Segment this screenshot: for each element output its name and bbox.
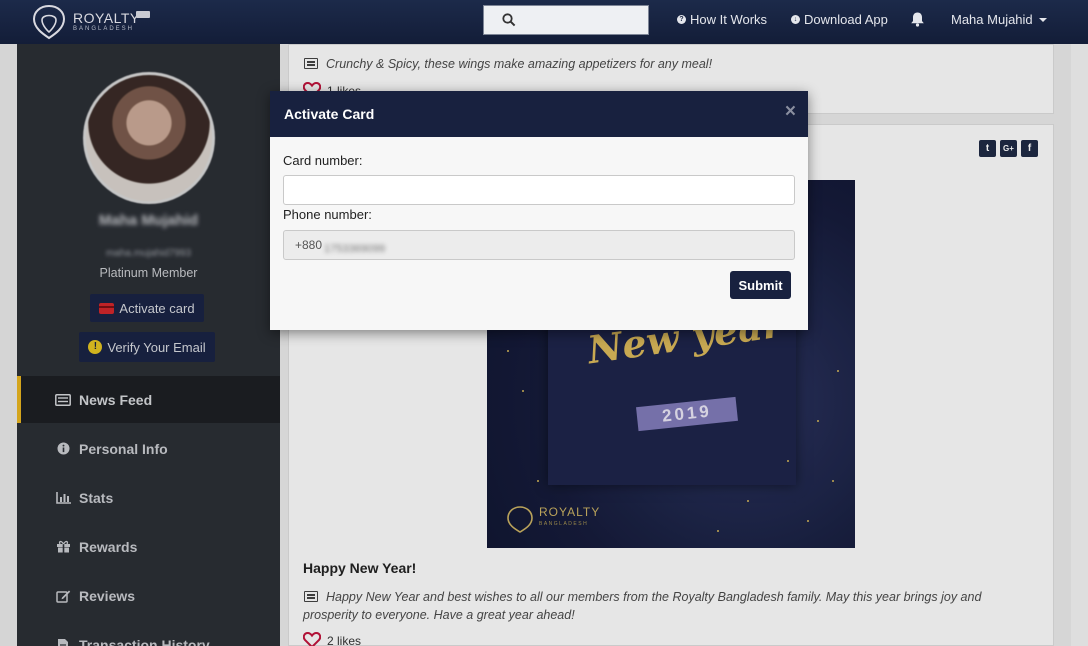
download-icon: ↓	[791, 15, 800, 24]
search-input[interactable]	[483, 5, 649, 35]
download-app-link[interactable]: ↓ Download App	[791, 12, 888, 27]
phone-number-rest: 1753369099	[324, 243, 386, 255]
submit-button[interactable]: Submit	[730, 271, 791, 299]
search-icon	[502, 13, 516, 27]
card-number-label: Card number:	[283, 153, 363, 168]
question-icon: ?	[677, 15, 686, 24]
top-navbar: ROYALTY BANGLADESH ? How It Works ↓ Down…	[0, 0, 1088, 44]
close-icon[interactable]: ×	[785, 102, 796, 122]
notification-bell-icon[interactable]	[910, 11, 925, 27]
chevron-down-icon	[1038, 17, 1047, 22]
user-name: Maha Mujahid	[951, 12, 1033, 27]
activate-card-modal: Activate Card × Card number: Phone numbe…	[270, 91, 808, 330]
logo-subtext: BANGLADESH	[73, 26, 135, 32]
modal-title: Activate Card	[284, 106, 375, 122]
phone-number-label: Phone number:	[283, 207, 372, 222]
royalty-logo[interactable]: ROYALTY BANGLADESH	[30, 1, 160, 41]
user-menu[interactable]: Maha Mujahid	[951, 12, 1047, 27]
how-it-works-link[interactable]: ? How It Works	[677, 12, 767, 27]
how-it-works-label: How It Works	[690, 12, 768, 27]
royalty-logo-icon	[32, 4, 66, 40]
download-app-label: Download App	[804, 12, 888, 27]
card-number-input[interactable]	[283, 175, 795, 205]
modal-header: Activate Card ×	[270, 91, 808, 137]
logo-badge	[136, 11, 150, 18]
logo-text: ROYALTY	[73, 10, 140, 26]
